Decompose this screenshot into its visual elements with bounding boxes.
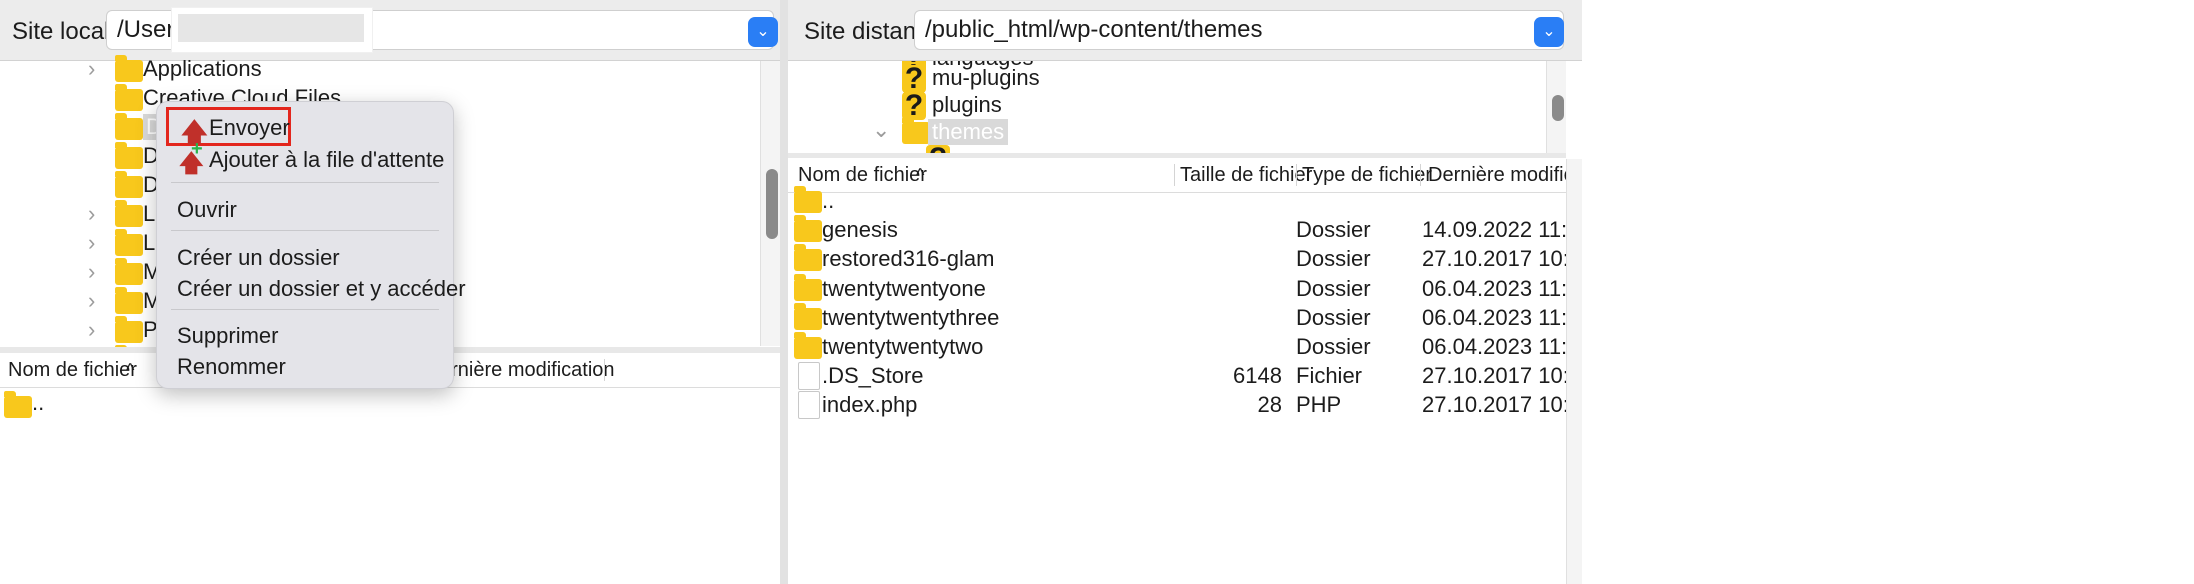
file-icon: [798, 362, 820, 391]
menu-item-create-folder-enter[interactable]: Créer un dossier et y accéder: [157, 273, 466, 303]
folder-icon: [794, 302, 822, 330]
folder-icon: [115, 113, 143, 140]
file-name-cell: twentytwentythree: [822, 304, 1000, 330]
remote-path-field[interactable]: /public_html/wp-content/themes: [914, 10, 1564, 50]
folder-icon: [115, 55, 143, 82]
tree-item[interactable]: ? plugins: [788, 91, 1528, 121]
file-type-cell: Dossier: [1296, 217, 1371, 243]
folder-icon: [115, 229, 143, 256]
folder-icon: [794, 273, 822, 301]
table-row[interactable]: twentytwentythree Dossier 06.04.2023 11:56: [790, 302, 1592, 332]
file-type-cell: PHP: [1296, 392, 1342, 418]
local-path-field[interactable]: /Users: [106, 7, 774, 53]
list-item[interactable]: ..: [0, 388, 780, 418]
chevron-right-icon[interactable]: ›: [88, 201, 95, 227]
remote-path-dropdown-button[interactable]: ⌄: [1534, 17, 1564, 47]
pane-divider[interactable]: [780, 0, 788, 584]
table-row[interactable]: index.php 28 PHP 27.10.2017 10:30: [790, 390, 1593, 420]
file-type-cell: Dossier: [1296, 334, 1371, 359]
chevron-down-icon[interactable]: ⌄: [872, 117, 890, 143]
menu-item-create-folder[interactable]: Créer un dossier: [157, 242, 453, 272]
file-name-cell: index.php: [822, 392, 918, 418]
chevron-right-icon[interactable]: ›: [88, 259, 95, 285]
sort-ascending-icon: ^: [126, 360, 135, 380]
right-edge-gutter: [1582, 0, 2194, 584]
file-icon: [798, 391, 820, 420]
file-type-cell: Fichier: [1296, 363, 1363, 389]
table-row[interactable]: twentytwentyone Dossier 06.04.2023 11:56: [790, 273, 1592, 303]
file-name-cell: ..: [822, 188, 835, 213]
menu-separator: [171, 230, 439, 231]
remote-path-text: /public_html/wp-content/themes: [925, 16, 1263, 43]
menu-item-add-to-queue[interactable]: 🡅 + Ajouter à la file d'attente: [157, 138, 453, 177]
table-row[interactable]: restored316-glam Dossier 27.10.2017 10:30: [790, 244, 1593, 273]
file-size-cell: 28: [1257, 392, 1282, 418]
tree-item[interactable]: › Applications: [0, 55, 740, 84]
file-name-cell: genesis: [822, 217, 898, 243]
local-path-dropdown-button[interactable]: ⌄: [748, 17, 778, 47]
local-site-bar: Site local : /Users ⌄: [0, 0, 780, 61]
table-row[interactable]: twentytwentytwo Dossier 06.04.2023 11:57: [790, 332, 1592, 361]
menu-separator: [171, 309, 439, 310]
folder-icon: [115, 171, 143, 198]
file-name-cell: twentytwentyone: [822, 275, 986, 301]
redacted-path: [171, 7, 373, 53]
table-row[interactable]: ..: [790, 186, 1564, 215]
local-file-list: ..: [0, 388, 780, 584]
context-menu: 🡅 Envoyer 🡅 + Ajouter à la file d'attente…: [156, 101, 466, 389]
table-row[interactable]: .DS_Store 6148 Fichier 27.10.2017 10:30: [790, 361, 1593, 391]
file-name-cell: restored316-glam: [822, 246, 995, 272]
chevron-right-icon[interactable]: ›: [88, 56, 95, 82]
unknown-folder-icon: ?: [902, 91, 926, 121]
folder-icon: [115, 258, 143, 285]
folder-icon: [902, 117, 930, 144]
folder-icon: [4, 391, 32, 418]
folder-icon: [115, 316, 143, 343]
chevron-right-icon[interactable]: ›: [88, 288, 95, 314]
folder-icon: [794, 332, 822, 359]
menu-separator: [171, 182, 439, 183]
menu-item-ouvrir[interactable]: Ouvrir: [157, 194, 453, 224]
folder-icon: [794, 215, 822, 243]
local-tree-scrollbar[interactable]: [760, 61, 781, 346]
folder-icon: [794, 186, 822, 213]
folder-icon: [115, 200, 143, 227]
local-file-name: ..: [32, 390, 45, 415]
tree-item-label: Applications: [143, 56, 262, 81]
remote-list-scrollbar[interactable]: [1566, 159, 1583, 584]
remote-tree-scrollbar[interactable]: [1546, 61, 1566, 153]
folder-icon: [115, 142, 143, 169]
tree-item[interactable]: ? mu-plugins: [788, 64, 1528, 94]
chevron-right-icon[interactable]: ›: [88, 317, 95, 343]
remote-tree: ? languages ? mu-plugins ? plugins ⌄ the…: [788, 61, 1566, 153]
menu-item-delete[interactable]: Supprimer: [157, 320, 453, 350]
unknown-folder-icon: ?: [926, 144, 950, 153]
file-type-cell: Dossier: [1296, 304, 1371, 330]
chevron-right-icon[interactable]: ›: [88, 230, 95, 256]
table-row[interactable]: genesis Dossier 14.09.2022 11:38: [790, 215, 1592, 244]
local-tree-scroll-thumb[interactable]: [766, 169, 778, 239]
local-col-modified[interactable]: ernière modification: [440, 353, 615, 387]
file-type-cell: Dossier: [1296, 246, 1371, 272]
file-type-cell: Dossier: [1296, 275, 1371, 301]
local-col-name[interactable]: Nom de fichier: [8, 353, 137, 387]
menu-item-rename[interactable]: Renommer: [157, 351, 453, 381]
tree-item-selected[interactable]: ⌄ themes: [788, 117, 1528, 145]
file-name-cell: .DS_Store: [822, 363, 924, 389]
folder-icon: [794, 244, 822, 272]
folder-icon: [115, 84, 143, 111]
file-size-cell: 6148: [1233, 363, 1282, 389]
add-to-queue-icon: 🡅 +: [179, 138, 204, 177]
remote-tree-scroll-thumb[interactable]: [1552, 95, 1564, 121]
file-name-cell: twentytwentytwo: [822, 334, 984, 359]
folder-icon: [115, 287, 143, 314]
